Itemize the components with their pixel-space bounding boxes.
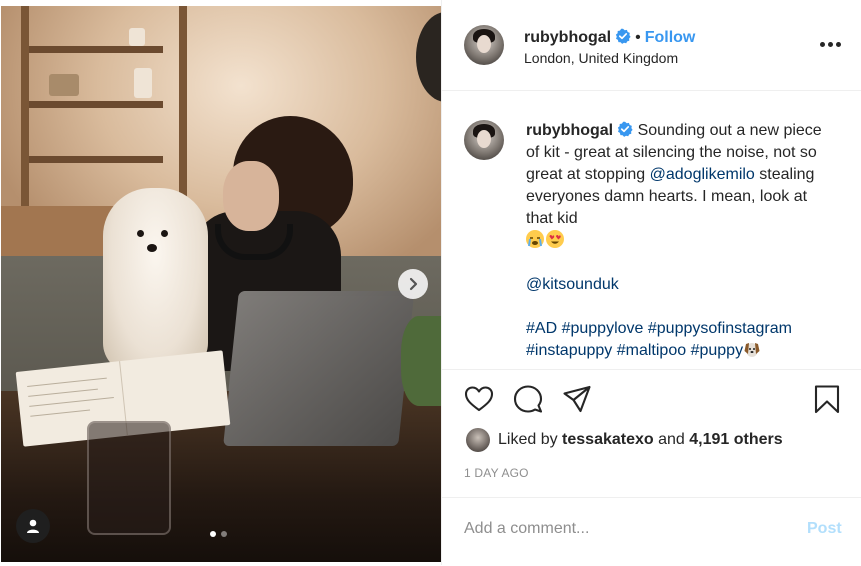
hashtag-link[interactable]: #maltipoo xyxy=(617,342,686,359)
hashtag-link[interactable]: #puppy xyxy=(691,342,744,359)
user-tag-icon xyxy=(27,519,39,533)
carousel-indicator xyxy=(210,531,227,537)
post-location[interactable]: London, United Kingdom xyxy=(524,50,678,66)
like-button[interactable] xyxy=(464,384,496,416)
post-comment-button[interactable]: Post xyxy=(807,520,842,538)
photo-plant xyxy=(401,316,441,406)
likes-prefix: Liked by xyxy=(498,431,558,448)
verified-badge-icon xyxy=(618,121,633,137)
likes-summary: Liked by tessakatexo and 4,191 others xyxy=(466,428,783,452)
verified-badge-icon xyxy=(616,28,631,44)
hashtag-link[interactable]: #puppylove xyxy=(562,320,644,337)
follow-button[interactable]: Follow xyxy=(645,29,696,46)
chevron-right-icon xyxy=(409,277,418,291)
liker-username[interactable]: tessakatexo xyxy=(562,431,654,449)
post-photo[interactable] xyxy=(1,6,441,562)
paper-plane-icon xyxy=(563,385,591,413)
next-photo-button[interactable] xyxy=(398,269,428,299)
dog-face-emoji xyxy=(743,340,761,358)
more-options-icon[interactable] xyxy=(818,34,842,54)
author-avatar[interactable] xyxy=(464,25,504,65)
comment-input[interactable]: Add a comment... xyxy=(464,520,589,538)
caption-username[interactable]: rubybhogal xyxy=(526,122,613,139)
author-username[interactable]: rubybhogal xyxy=(524,29,611,46)
bookmark-icon xyxy=(814,385,840,414)
hashtag-link[interactable]: #instapuppy xyxy=(526,342,612,359)
heart-icon xyxy=(464,386,494,412)
hashtag-link[interactable]: #puppysofinstagram xyxy=(648,320,792,337)
separator-bullet: • xyxy=(635,29,641,46)
photo-glass xyxy=(87,421,171,535)
loudly-crying-face-emoji xyxy=(526,230,544,248)
caption-author-avatar[interactable] xyxy=(464,120,504,160)
post-caption: rubybhogal Sounding out a new piece of k… xyxy=(526,120,826,362)
liker-avatar[interactable] xyxy=(466,428,490,452)
post-actions-bar xyxy=(442,369,861,434)
heart-eyes-emoji xyxy=(546,230,564,248)
instagram-post-modal: rubybhogal • Follow London, United Kingdo… xyxy=(0,0,861,565)
share-button[interactable] xyxy=(562,384,594,416)
carousel-dot-1 xyxy=(210,531,216,537)
save-button[interactable] xyxy=(812,384,844,416)
photo-dog xyxy=(103,188,208,373)
mention-link[interactable]: @adoglikemilo xyxy=(650,166,755,183)
post-timestamp[interactable]: 1 DAY AGO xyxy=(464,466,529,480)
mention-link[interactable]: @kitsounduk xyxy=(526,276,619,293)
photo-laptop-front xyxy=(223,296,414,446)
comment-bar: Add a comment... Post xyxy=(442,497,861,566)
carousel-dot-2 xyxy=(221,531,227,537)
comment-bubble-icon xyxy=(513,385,543,413)
photo-woman-face xyxy=(223,161,279,231)
tagged-users-button[interactable] xyxy=(16,509,50,543)
author-line: rubybhogal • Follow xyxy=(524,28,695,47)
hashtag-link[interactable]: #AD xyxy=(526,320,557,337)
comment-button[interactable] xyxy=(513,384,545,416)
post-header: rubybhogal • Follow London, United Kingdo… xyxy=(442,0,861,91)
likes-middle: and xyxy=(658,431,685,448)
post-details-panel: rubybhogal • Follow London, United Kingdo… xyxy=(441,0,861,565)
likes-others-link[interactable]: 4,191 others xyxy=(689,431,782,449)
